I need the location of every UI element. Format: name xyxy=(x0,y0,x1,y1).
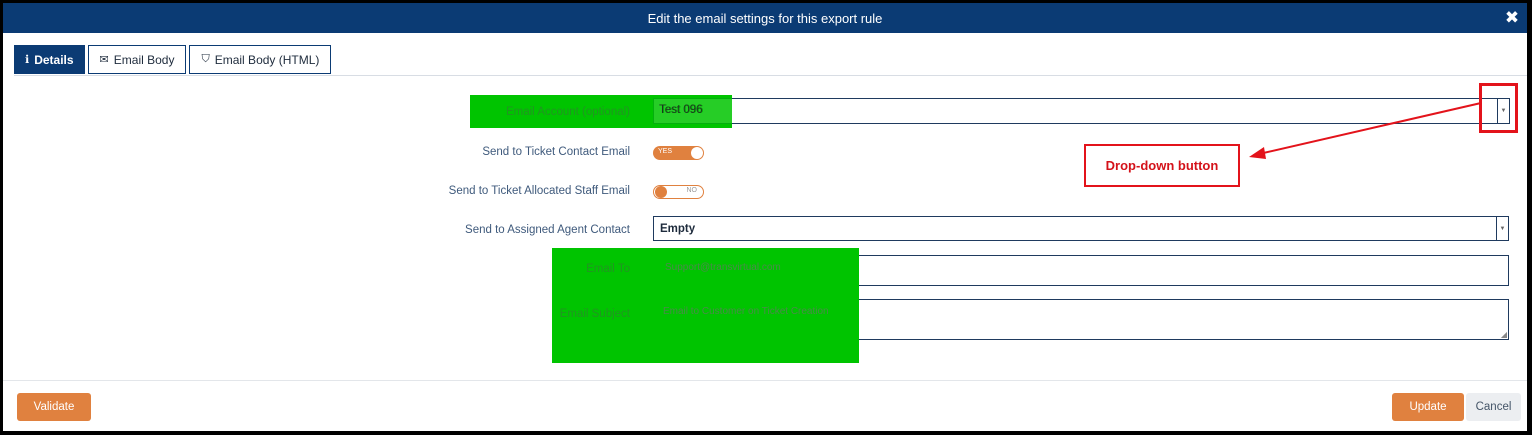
email-settings-dialog: Edit the email settings for this export … xyxy=(3,3,1527,431)
annotation-callout: Drop-down button xyxy=(1084,144,1240,187)
annotation-arrow xyxy=(1249,102,1482,159)
callout-text: Drop-down button xyxy=(1105,158,1219,173)
